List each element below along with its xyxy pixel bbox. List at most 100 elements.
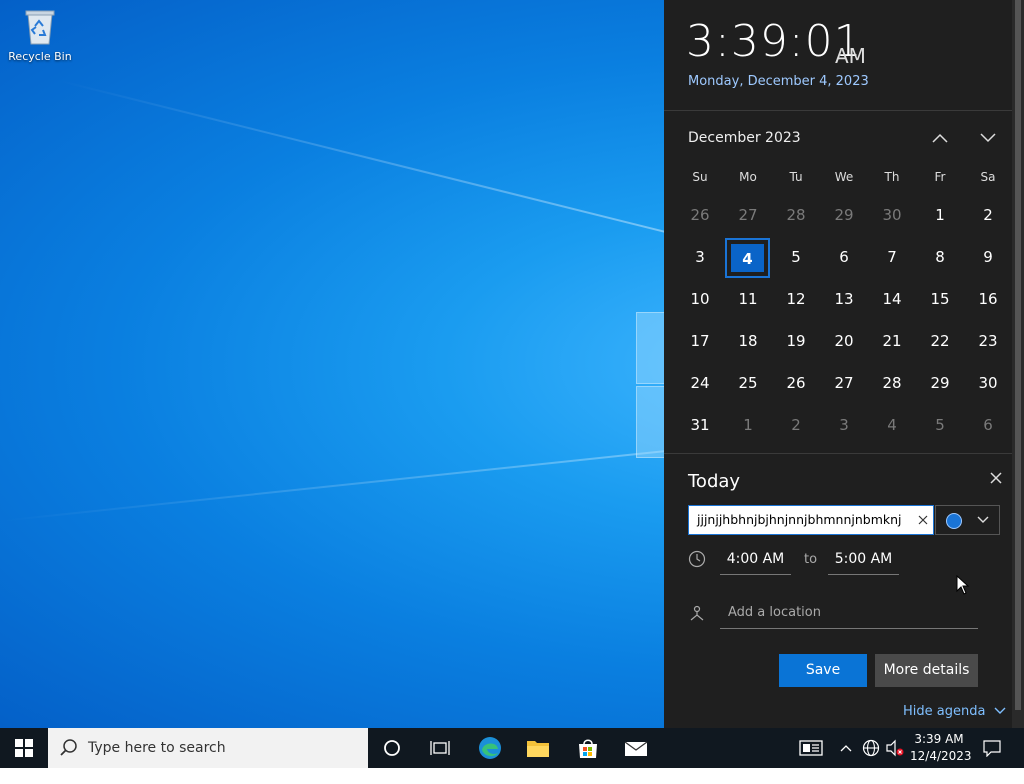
save-button[interactable]: Save [779, 654, 867, 687]
weekday-header: Fr [934, 170, 946, 184]
globe-network-icon [862, 739, 880, 757]
close-icon [918, 515, 928, 525]
store-bag-icon [579, 739, 597, 758]
current-ampm: AM [835, 44, 866, 68]
calendar-day[interactable]: 27 [820, 362, 868, 404]
calendar-day[interactable]: 2 [772, 404, 820, 446]
tray-time-label: 3:39 AM [914, 732, 964, 746]
weekday-header: Su [692, 170, 708, 184]
event-title-input[interactable]: jjjnjjhbhnjbjhnjnnjbhmnnjnbmknj [688, 505, 934, 535]
network-button[interactable] [860, 728, 882, 768]
calendar-day[interactable]: 27 [724, 194, 772, 236]
clear-input-button[interactable] [914, 509, 932, 531]
calendar-day[interactable]: 24 [676, 362, 724, 404]
agenda-title: Today [688, 471, 741, 492]
hide-agenda-link[interactable]: Hide agenda [903, 704, 1006, 719]
file-explorer-button[interactable] [516, 728, 560, 768]
calendar-day[interactable]: 13 [820, 278, 868, 320]
month-label[interactable]: December 2023 [688, 130, 801, 146]
wallpaper-logo-pane [636, 312, 666, 384]
calendar-day[interactable]: 10 [676, 278, 724, 320]
calendar-day[interactable]: 28 [868, 362, 916, 404]
chevron-up-icon [932, 133, 948, 143]
calendar-day[interactable]: 20 [820, 320, 868, 362]
weekday-header: Th [884, 170, 900, 184]
volume-muted-icon [886, 739, 904, 757]
end-time-picker[interactable]: 5:00 AM [828, 546, 899, 575]
calendar-day[interactable]: 2 [964, 194, 1012, 236]
calendar-day[interactable]: 18 [724, 320, 772, 362]
calendar-day[interactable]: 25 [724, 362, 772, 404]
next-month-button[interactable] [973, 124, 1003, 152]
more-details-button[interactable]: More details [875, 654, 978, 687]
calendar-day[interactable]: 6 [964, 404, 1012, 446]
taskbar: Type here to search 3:39 AM 12/4/2023 [0, 728, 1024, 768]
mail-button[interactable] [614, 728, 658, 768]
calendar-day[interactable]: 15 [916, 278, 964, 320]
start-button[interactable] [0, 728, 48, 768]
search-placeholder: Type here to search [88, 740, 226, 756]
cortana-button[interactable] [370, 728, 414, 768]
previous-month-button[interactable] [925, 124, 955, 152]
edge-browser-button[interactable] [468, 728, 512, 768]
calendar-day[interactable]: 4 [868, 404, 916, 446]
chevron-down-icon [980, 133, 996, 143]
wallpaper-light-beam [59, 80, 740, 252]
taskbar-clock[interactable]: 3:39 AM 12/4/2023 [910, 731, 972, 765]
calendar-day[interactable]: 30 [868, 194, 916, 236]
calendar-day[interactable]: 11 [724, 278, 772, 320]
calendar-day[interactable]: 21 [868, 320, 916, 362]
calendar-day[interactable]: 29 [916, 362, 964, 404]
calendar-day[interactable]: 1 [916, 194, 964, 236]
mail-envelope-icon [624, 741, 648, 756]
close-event-button[interactable] [986, 470, 1006, 490]
action-center-button[interactable] [976, 728, 1008, 768]
calendar-day[interactable]: 23 [964, 320, 1012, 362]
calendar-day[interactable]: 7 [868, 236, 916, 278]
desktop-icon-recycle-bin[interactable]: Recycle Bin [4, 6, 76, 63]
weekday-header: Tu [789, 170, 803, 184]
calendar-day[interactable]: 5 [916, 404, 964, 446]
microsoft-store-button[interactable] [566, 728, 610, 768]
weekday-header: We [834, 170, 854, 184]
chevron-up-icon [840, 745, 852, 752]
calendar-day[interactable]: 14 [868, 278, 916, 320]
task-view-button[interactable] [418, 728, 462, 768]
wallpaper-logo-pane [636, 386, 666, 458]
calendar-day[interactable]: 26 [676, 194, 724, 236]
current-date-link[interactable]: Monday, December 4, 2023 [688, 74, 869, 89]
clock-icon [688, 550, 706, 568]
news-widget-button[interactable] [796, 728, 826, 768]
calendar-day[interactable]: 17 [676, 320, 724, 362]
location-input[interactable]: Add a location [720, 600, 978, 629]
calendar-day[interactable]: 19 [772, 320, 820, 362]
calendar-day[interactable]: 26 [772, 362, 820, 404]
volume-button[interactable] [884, 728, 906, 768]
calendar-day[interactable]: 16 [964, 278, 1012, 320]
recycle-bin-icon [22, 6, 58, 46]
calendar-day[interactable]: 28 [772, 194, 820, 236]
start-time-picker[interactable]: 4:00 AM [720, 546, 791, 575]
notification-icon [983, 740, 1001, 757]
calendar-day[interactable]: 31 [676, 404, 724, 446]
calendar-day[interactable]: 12 [772, 278, 820, 320]
calendar-color-dropdown[interactable] [935, 505, 1000, 535]
calendar-day[interactable]: 9 [964, 236, 1012, 278]
calendar-day[interactable]: 8 [916, 236, 964, 278]
location-pin-icon [688, 604, 706, 622]
clock-calendar-flyout: 3:39:01 AM Monday, December 4, 2023 Dece… [664, 0, 1024, 728]
clock-header: 3:39:01 AM Monday, December 4, 2023 [664, 0, 1024, 111]
calendar-day[interactable]: 6 [820, 236, 868, 278]
calendar-day[interactable]: 29 [820, 194, 868, 236]
show-hidden-icons-button[interactable] [836, 728, 856, 768]
calendar-day[interactable]: 1 [724, 404, 772, 446]
calendar-day[interactable]: 5 [772, 236, 820, 278]
taskbar-search-box[interactable]: Type here to search [48, 728, 368, 768]
calendar-day[interactable]: 22 [916, 320, 964, 362]
calendar-day-today[interactable]: 4 [725, 238, 770, 278]
flyout-scroll-thumb[interactable] [1015, 0, 1021, 710]
calendar-day[interactable]: 3 [820, 404, 868, 446]
calendar-day-today-label: 4 [731, 244, 764, 272]
calendar-day[interactable]: 30 [964, 362, 1012, 404]
calendar-day[interactable]: 3 [676, 236, 724, 278]
